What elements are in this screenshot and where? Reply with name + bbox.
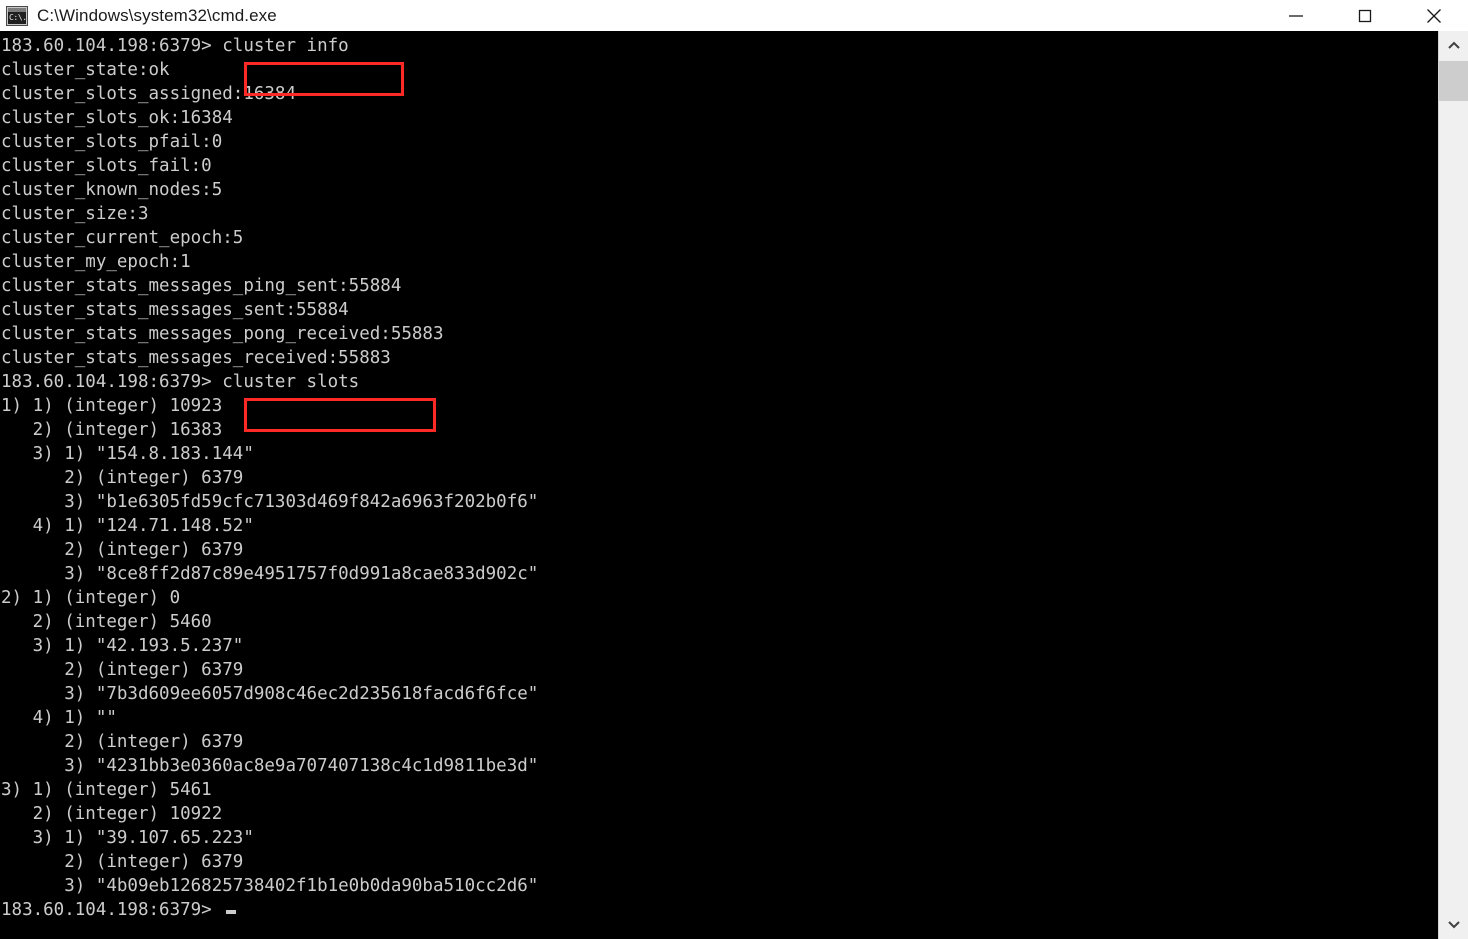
terminal-line: cluster_slots_pfail:0 xyxy=(1,132,223,152)
cmd-console-icon xyxy=(6,5,28,26)
terminal-line: cluster_size:3 xyxy=(1,204,149,224)
terminal-line: 183.60.104.198:6379> cluster slots xyxy=(1,372,360,392)
chevron-up-icon xyxy=(1447,41,1460,49)
text-cursor xyxy=(226,910,237,914)
scroll-up-button[interactable] xyxy=(1439,31,1468,61)
terminal-line: cluster_slots_fail:0 xyxy=(1,156,212,176)
terminal-line: cluster_slots_assigned:16384 xyxy=(1,84,297,104)
terminal-line: cluster_slots_ok:16384 xyxy=(1,108,233,128)
terminal-line: 3) "8ce8ff2d87c89e4951757f0d991a8cae833d… xyxy=(1,564,539,584)
terminal-line: 3) "4231bb3e0360ac8e9a707407138c4c1d9811… xyxy=(1,756,539,776)
terminal-line: 2) (integer) 6379 xyxy=(1,660,244,680)
terminal-line: 3) 1) "42.193.5.237" xyxy=(1,636,244,656)
vertical-scrollbar[interactable] xyxy=(1438,31,1468,939)
window-titlebar[interactable]: C:\Windows\system32\cmd.exe xyxy=(0,0,1468,31)
maximize-icon xyxy=(1358,9,1371,22)
terminal-line: 1) 1) (integer) 10923 xyxy=(1,396,223,416)
terminal-line: cluster_stats_messages_ping_sent:55884 xyxy=(1,276,402,296)
terminal-line: cluster_stats_messages_received:55883 xyxy=(1,348,391,368)
close-icon xyxy=(1426,8,1441,23)
terminal-line: 2) (integer) 6379 xyxy=(1,732,244,752)
terminal-output-area[interactable]: 183.60.104.198:6379> cluster info cluster… xyxy=(0,31,1438,939)
terminal-line: 183.60.104.198:6379> cluster info xyxy=(1,36,349,56)
terminal-line: 4) 1) "124.71.148.52" xyxy=(1,516,254,536)
terminal-line: cluster_my_epoch:1 xyxy=(1,252,191,272)
terminal-line: cluster_state:ok xyxy=(1,60,170,80)
terminal-line: 3) "b1e6305fd59cfc71303d469f842a6963f202… xyxy=(1,492,539,512)
minimize-icon xyxy=(1288,14,1303,17)
scrollbar-thumb[interactable] xyxy=(1439,61,1468,101)
terminal-line: 3) "7b3d609ee6057d908c46ec2d235618facd6f… xyxy=(1,684,539,704)
terminal-line: 3) "4b09eb126825738402f1b1e0b0da90ba510c… xyxy=(1,876,539,896)
terminal-line: cluster_current_epoch:5 xyxy=(1,228,244,248)
chevron-down-icon xyxy=(1447,921,1460,929)
maximize-button[interactable] xyxy=(1330,0,1399,31)
console-body: 183.60.104.198:6379> cluster info cluster… xyxy=(0,31,1468,939)
close-button[interactable] xyxy=(1399,0,1468,31)
scroll-down-button[interactable] xyxy=(1439,909,1468,939)
scrollbar-track[interactable] xyxy=(1439,61,1468,909)
terminal-line: 3) 1) (integer) 5461 xyxy=(1,780,212,800)
terminal-line: cluster_stats_messages_sent:55884 xyxy=(1,300,349,320)
cmd-window: C:\Windows\system32\cmd.exe 183. xyxy=(0,0,1468,939)
terminal-line: 2) (integer) 16383 xyxy=(1,420,223,440)
terminal-line: cluster_known_nodes:5 xyxy=(1,180,223,200)
window-title: C:\Windows\system32\cmd.exe xyxy=(37,5,277,25)
terminal-line: 3) 1) "154.8.183.144" xyxy=(1,444,254,464)
terminal-line: 2) (integer) 6379 xyxy=(1,852,244,872)
terminal-line: 2) (integer) 6379 xyxy=(1,540,244,560)
terminal-line: 2) (integer) 10922 xyxy=(1,804,223,824)
minimize-button[interactable] xyxy=(1261,0,1330,31)
terminal-line: 2) (integer) 6379 xyxy=(1,468,244,488)
window-controls xyxy=(1261,0,1468,31)
terminal-line: 183.60.104.198:6379> xyxy=(1,898,1438,922)
terminal-line: 4) 1) "" xyxy=(1,708,117,728)
terminal-line: cluster_stats_messages_pong_received:558… xyxy=(1,324,444,344)
terminal-line: 3) 1) "39.107.65.223" xyxy=(1,828,254,848)
terminal-text: 183.60.104.198:6379> cluster info cluster… xyxy=(0,31,1438,922)
terminal-line: 2) (integer) 5460 xyxy=(1,612,212,632)
terminal-line: 2) 1) (integer) 0 xyxy=(1,588,181,608)
